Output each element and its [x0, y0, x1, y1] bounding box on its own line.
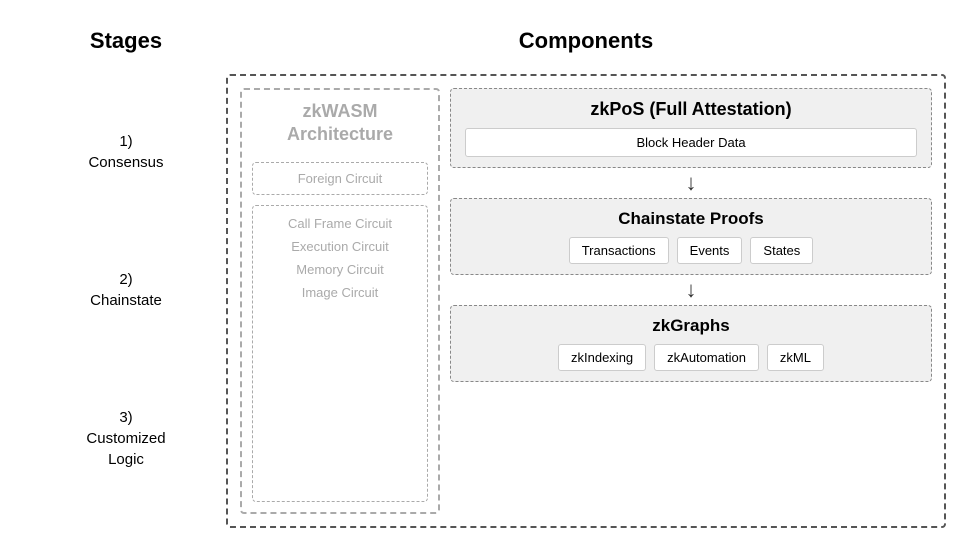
stage-item-2: 2) Chainstate — [26, 269, 226, 311]
zkwasm-title: zkWASM Architecture — [252, 100, 428, 147]
stage-3-label: CustomizedLogic — [86, 430, 165, 468]
zkgraphs-title: zkGraphs — [465, 316, 917, 336]
stage-item-1: 1) Consensus — [26, 131, 226, 173]
stage-3-number: 3) — [119, 409, 132, 426]
stages-header: Stages — [26, 18, 226, 64]
components-column: zkWASM Architecture Foreign Circuit Call… — [226, 74, 946, 528]
zkpos-section: zkPoS (Full Attestation) Block Header Da… — [450, 88, 932, 168]
stage-1-label: Consensus — [88, 154, 163, 171]
zkwasm-circuits-box: Call Frame Circuit Execution Circuit Mem… — [252, 205, 428, 501]
graph-badge-zkindexing: zkIndexing — [558, 344, 646, 371]
block-header-box: Block Header Data — [465, 128, 917, 157]
stage-2-label: Chainstate — [90, 292, 162, 309]
stages-column: 1) Consensus 2) Chainstate 3) Customized… — [26, 74, 226, 528]
chainstate-section: Chainstate Proofs Transactions Events St… — [450, 198, 932, 275]
arrow-down-2: ↓ — [450, 275, 932, 305]
stage-item-3: 3) CustomizedLogic — [26, 407, 226, 470]
stage-2-number: 2) — [119, 271, 132, 288]
zkpos-title: zkPoS (Full Attestation) — [465, 99, 917, 120]
components-header: Components — [226, 18, 946, 64]
foreign-circuit-box: Foreign Circuit — [252, 162, 428, 195]
proof-badge-events: Events — [677, 237, 743, 264]
right-sections-wrapper: zkPoS (Full Attestation) Block Header Da… — [450, 88, 932, 514]
chainstate-title: Chainstate Proofs — [465, 209, 917, 229]
circuit-label-2: Memory Circuit — [296, 262, 383, 277]
header-row: Stages Components — [26, 18, 946, 64]
content-row: 1) Consensus 2) Chainstate 3) Customized… — [26, 74, 946, 528]
circuit-label-3: Image Circuit — [302, 285, 379, 300]
graph-badges: zkIndexing zkAutomation zkML — [465, 344, 917, 371]
zkpos-bold: zkPoS (Full Attestation) — [590, 99, 791, 119]
arrow-down-1: ↓ — [450, 168, 932, 198]
graph-badge-zkml: zkML — [767, 344, 824, 371]
stage-1-number: 1) — [119, 133, 132, 150]
zkgraphs-section: zkGraphs zkIndexing zkAutomation zkML — [450, 305, 932, 382]
diagram-wrapper: Stages Components 1) Consensus 2) Chains… — [26, 18, 946, 528]
zkwasm-panel: zkWASM Architecture Foreign Circuit Call… — [240, 88, 440, 514]
graph-badge-zkautomation: zkAutomation — [654, 344, 759, 371]
circuit-label-0: Call Frame Circuit — [288, 216, 392, 231]
proof-badges: Transactions Events States — [465, 237, 917, 264]
circuit-label-1: Execution Circuit — [291, 239, 389, 254]
proof-badge-states: States — [750, 237, 813, 264]
proof-badge-transactions: Transactions — [569, 237, 669, 264]
